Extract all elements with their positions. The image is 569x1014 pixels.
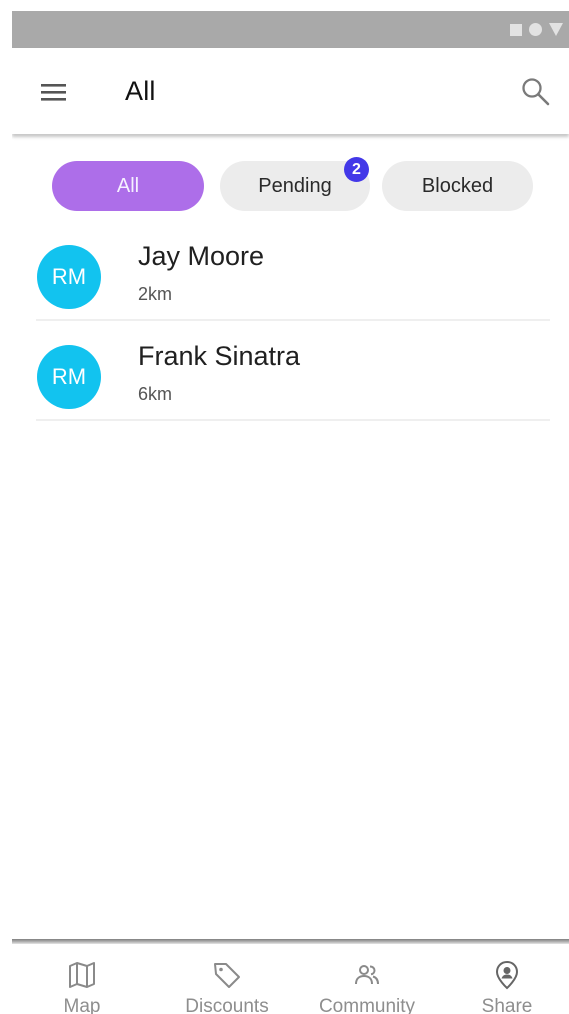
avatar: RM (37, 245, 101, 309)
menu-icon[interactable] (34, 77, 76, 107)
search-icon[interactable] (517, 73, 555, 111)
map-icon (69, 962, 95, 988)
status-icons (510, 21, 563, 38)
phone-screen: All All Pending Blocked 2 RM Jay Moore 2… (12, 11, 569, 1014)
nav-label-community: Community (318, 996, 416, 1014)
contact-distance: 2km (138, 284, 173, 304)
nav-label-share: Share (481, 996, 533, 1014)
nav-label-map: Map (63, 996, 101, 1014)
list-item[interactable]: RM Frank Sinatra 6km (36, 321, 550, 421)
nav-label-discounts: Discounts (185, 996, 269, 1014)
tag-icon (214, 963, 240, 988)
nav-discounts[interactable]: Discounts (172, 944, 282, 1014)
app-bar: All (12, 48, 569, 134)
contact-distance: 6km (138, 384, 173, 404)
community-icon (355, 965, 379, 985)
contact-name: Frank Sinatra (138, 341, 301, 371)
nav-map[interactable]: Map (37, 944, 127, 1014)
status-square-icon (510, 23, 522, 36)
filter-chip-blocked[interactable]: Blocked (382, 161, 533, 211)
pending-count-badge: 2 (344, 157, 369, 182)
share-location-icon (495, 960, 519, 990)
filter-chip-all[interactable]: All (52, 161, 204, 211)
contact-list: RM Jay Moore 2km RM Frank Sinatra 6km (12, 221, 569, 421)
nav-community[interactable]: Community (307, 944, 427, 1014)
contact-name: Jay Moore (138, 241, 265, 271)
filter-tabs: All Pending Blocked 2 (12, 157, 569, 211)
status-bar (12, 11, 569, 48)
status-triangle-icon (549, 23, 563, 36)
nav-share[interactable]: Share (462, 944, 552, 1014)
list-item[interactable]: RM Jay Moore 2km (36, 221, 550, 321)
page-title: All (125, 76, 156, 106)
status-circle-icon (529, 23, 542, 36)
bottom-navigation: Map Discounts Community Share (12, 944, 569, 1014)
avatar: RM (37, 345, 101, 409)
